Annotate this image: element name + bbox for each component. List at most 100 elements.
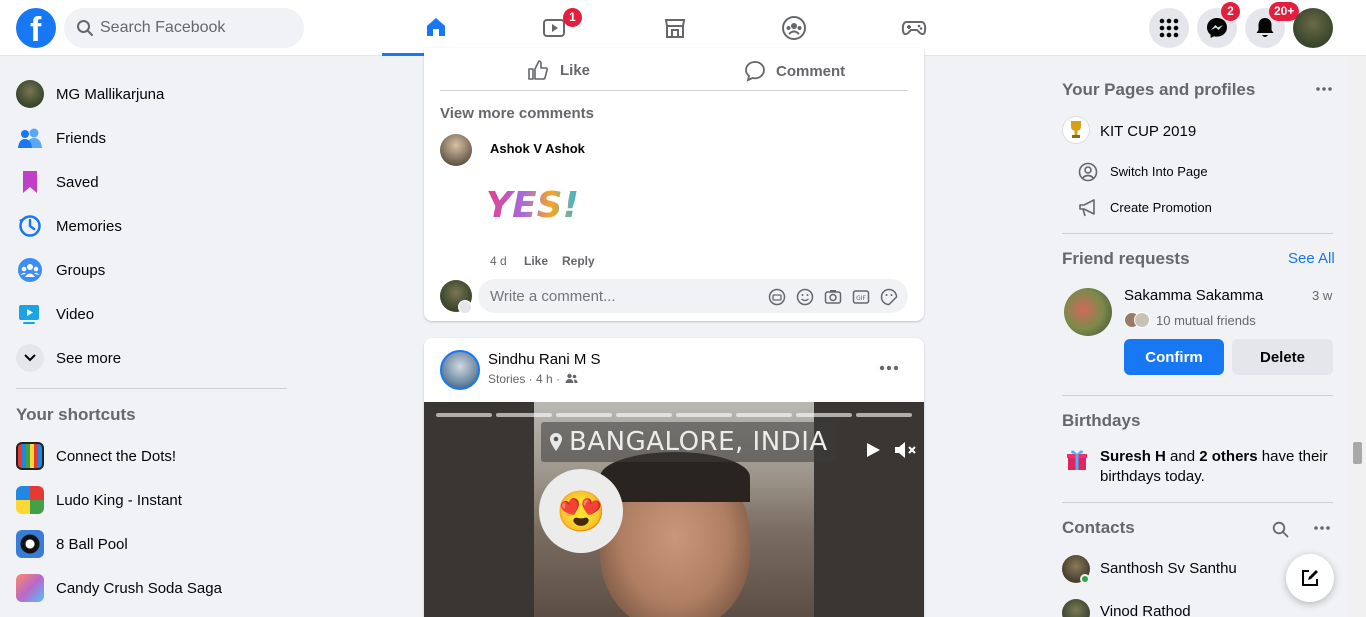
contact-name[interactable]: Vinod Rathod — [1100, 603, 1191, 617]
location-pin-icon — [550, 433, 562, 451]
birthday-and: and — [1165, 448, 1200, 465]
delete-button[interactable]: Delete — [1232, 339, 1333, 375]
comment-time[interactable]: 4 d — [490, 254, 507, 268]
game-icon — [16, 574, 44, 602]
search-box[interactable] — [64, 8, 304, 48]
sidebar-item-see-more[interactable]: See more — [8, 336, 298, 380]
comment-button[interactable]: Comment — [744, 60, 845, 82]
sidebar-item-groups[interactable]: Groups — [8, 248, 298, 292]
birthday-name[interactable]: Suresh H — [1100, 448, 1166, 465]
shortcut-label: Candy Crush Soda Saga — [56, 579, 222, 597]
location-sticker: BANGALORE, INDIA — [541, 422, 836, 462]
author-avatar[interactable] — [440, 350, 480, 390]
commenter-name[interactable]: Ashok V Ashok — [490, 141, 585, 156]
menu-button[interactable] — [1149, 8, 1189, 48]
story-media[interactable]: BANGALORE, INDIA 😍 — [424, 402, 924, 617]
switch-into-page-link[interactable]: Switch Into Page — [1110, 164, 1208, 179]
mutual-friend-avatar — [1134, 312, 1150, 328]
page-name[interactable]: KIT CUP 2019 — [1100, 123, 1196, 140]
more-options-icon[interactable] — [879, 365, 899, 371]
notifications-button[interactable]: 20+ — [1245, 2, 1300, 48]
friends-audience-icon — [565, 373, 578, 383]
sticker-icon[interactable] — [880, 288, 898, 306]
play-icon[interactable] — [865, 442, 881, 458]
compose-icon — [1302, 570, 1318, 586]
write-comment-box[interactable]: GIF — [478, 279, 908, 313]
gif-icon[interactable]: GIF — [852, 288, 870, 306]
camera-icon[interactable] — [824, 288, 842, 306]
avatar-sticker-icon[interactable] — [768, 288, 786, 306]
friend-requests-title: Friend requests — [1062, 249, 1190, 268]
comment-like-link[interactable]: Like — [524, 254, 548, 268]
search-icon — [77, 20, 93, 36]
marketplace-icon — [664, 19, 685, 38]
shortcut-label: 8 Ball Pool — [56, 535, 128, 553]
megaphone-icon — [1079, 199, 1095, 217]
more-options-icon[interactable] — [1314, 526, 1330, 530]
groups-icon — [781, 16, 806, 40]
mutual-friends-count[interactable]: 10 mutual friends — [1156, 313, 1256, 328]
sidebar-item-friends[interactable]: Friends — [8, 116, 298, 160]
right-divider — [1062, 395, 1333, 396]
confirm-button[interactable]: Confirm — [1124, 339, 1224, 375]
create-promotion-link[interactable]: Create Promotion — [1110, 200, 1212, 215]
facebook-logo[interactable]: f — [16, 8, 56, 49]
sidebar-item-video[interactable]: Video — [8, 292, 298, 336]
trophy-icon — [1071, 121, 1081, 138]
page-scrollbar[interactable] — [1349, 56, 1366, 617]
mute-icon[interactable] — [894, 440, 918, 460]
post-divider — [440, 90, 908, 91]
post-author[interactable]: Sindhu Rani M S — [488, 351, 601, 368]
contact-name[interactable]: Santhosh Sv Santhu — [1100, 560, 1237, 577]
sidebar-item-saved[interactable]: Saved — [8, 160, 298, 204]
request-time: 3 w — [1312, 288, 1333, 303]
commenter-avatar[interactable] — [440, 134, 472, 166]
emoji-icon[interactable] — [796, 288, 814, 306]
scrollbar-thumb[interactable] — [1353, 442, 1362, 464]
shortcut-8-ball-pool[interactable]: 8 Ball Pool — [8, 522, 298, 566]
comment-reply-link[interactable]: Reply — [562, 254, 595, 268]
messenger-button[interactable]: 2 — [1197, 2, 1240, 48]
new-message-button[interactable] — [1286, 554, 1334, 602]
birthday-text: Suresh H and 2 others have their birthda… — [1100, 447, 1332, 487]
shortcut-candy-crush[interactable]: Candy Crush Soda Saga — [8, 566, 298, 610]
chevron-down-icon[interactable] — [458, 300, 472, 314]
like-button[interactable]: Like — [528, 60, 590, 80]
saved-icon — [16, 168, 44, 196]
bell-icon — [1256, 18, 1274, 37]
write-comment-input[interactable] — [490, 279, 750, 313]
like-icon — [528, 60, 548, 80]
sidebar-item-label: Groups — [56, 261, 106, 279]
birthday-others[interactable]: 2 others — [1199, 448, 1257, 465]
sidebar-item-label: See more — [56, 349, 122, 367]
view-more-comments[interactable]: View more comments — [440, 105, 594, 122]
sidebar-item-memories[interactable]: Memories — [8, 204, 298, 248]
more-options-icon[interactable] — [1316, 87, 1332, 91]
contact-avatar[interactable] — [1062, 599, 1090, 617]
shortcut-connect-the-dots[interactable]: Connect the Dots! — [8, 434, 298, 478]
gaming-icon — [901, 21, 926, 36]
video-icon — [16, 300, 44, 328]
game-icon — [16, 486, 44, 514]
shortcuts-title: Your shortcuts — [16, 405, 136, 424]
groups-icon — [16, 256, 44, 284]
sidebar-divider — [16, 388, 287, 389]
comment-icon — [745, 61, 765, 82]
post-card: Like Comment View more comments Ashok V … — [424, 48, 924, 321]
account-avatar[interactable] — [1293, 8, 1333, 48]
requester-name[interactable]: Sakamma Sakamma — [1124, 287, 1263, 304]
sidebar-item-label: Memories — [56, 217, 122, 235]
search-input[interactable] — [100, 8, 296, 48]
page-logo[interactable] — [1062, 116, 1090, 144]
online-status-dot — [1080, 574, 1090, 584]
messenger-badge: 2 — [1221, 2, 1240, 21]
shortcut-ludo-king[interactable]: Ludo King - Instant — [8, 478, 298, 522]
requester-avatar[interactable] — [1064, 288, 1112, 336]
search-icon[interactable] — [1272, 521, 1289, 538]
see-all-link[interactable]: See All — [1288, 250, 1335, 267]
sidebar-item-profile[interactable]: MG Mallikarjuna — [8, 72, 298, 116]
birthdays-title: Birthdays — [1062, 411, 1141, 430]
messenger-icon — [1207, 18, 1227, 38]
post-meta: Stories · 4 h · — [488, 372, 561, 386]
pages-title: Your Pages and profiles — [1062, 80, 1256, 99]
